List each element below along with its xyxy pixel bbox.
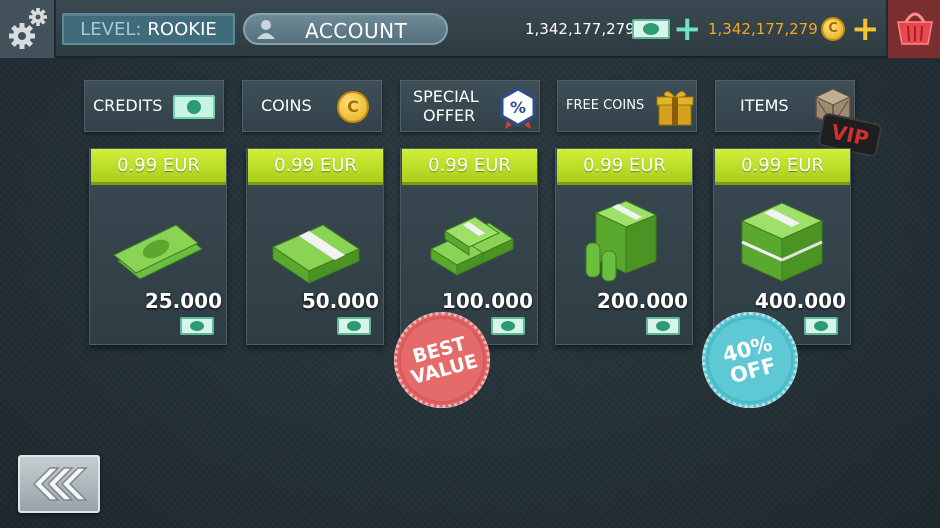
tab-offer-label: OFFER [423,106,476,125]
credit-amount: 400.000 [754,289,846,313]
tab-free-coins-label: FREE COINS [566,98,645,113]
price-button[interactable]: 0.99 EUR [248,149,383,185]
price-button[interactable]: 0.99 EUR [557,149,692,185]
cash-pile-icon [740,202,824,282]
credit-amount: 200.000 [596,289,688,313]
credit-amount: 50.000 [301,289,379,313]
bill-icon [173,95,215,119]
price-button[interactable]: 0.99 EUR [91,149,226,185]
tab-credits[interactable]: CREDITS [84,80,224,132]
price-label: 0.99 EUR [117,155,200,176]
back-button[interactable] [18,455,100,513]
discount-badge: 40% OFF [702,312,798,408]
price-button[interactable]: 0.99 EUR [402,149,537,185]
bill-icon [337,317,371,335]
discount-line2: OFF [727,353,779,389]
price-button[interactable]: 0.99 EUR [715,149,850,185]
price-label: 0.99 EUR [428,155,511,176]
basket-icon [897,12,933,45]
add-cash-button[interactable]: + [673,12,702,46]
cash-single-bill-icon [113,224,203,280]
coin-icon: C [337,91,369,123]
tab-coins-label: COINS [261,96,312,115]
price-label: 0.99 EUR [583,155,666,176]
account-label: ACCOUNT [305,19,408,43]
gift-icon [656,91,694,126]
tab-special-label: SPECIAL [413,87,479,106]
top-bar: LEVEL: ROOKIE ACCOUNT 1,342,177,279 + 1,… [0,0,940,58]
tab-free-coins[interactable]: FREE COINS [557,80,697,132]
svg-text:%: % [510,98,526,117]
tab-special-offer[interactable]: SPECIAL OFFER % [400,80,540,132]
bill-icon [646,317,680,335]
bill-icon [804,317,838,335]
discount-line1: 40% [719,331,775,368]
back-arrows-icon [32,467,88,501]
bill-icon [632,19,670,39]
add-coins-button[interactable]: + [851,12,880,46]
offer-card-50000[interactable]: 0.99 EUR 50.000 [246,148,384,345]
cash-tower-icon [585,200,658,282]
cash-stack-icon [271,224,361,284]
best-value-line1: BEST [410,332,469,368]
price-label: 0.99 EUR [741,155,824,176]
settings-button[interactable] [0,0,56,58]
best-value-badge: BEST VALUE [394,312,490,408]
user-icon [257,20,275,39]
cash-balance: 1,342,177,279 [525,20,635,38]
offer-card-100000[interactable]: 0.99 EUR 100.000 [400,148,538,345]
credit-amount: 100.000 [441,289,533,313]
percent-icon: % [500,87,536,129]
level-indicator: LEVEL: ROOKIE [62,13,235,45]
account-button[interactable]: ACCOUNT [243,13,448,45]
bill-icon [491,317,525,335]
cash-stacks-icon [429,216,515,276]
coin-icon: C [821,17,845,41]
offer-card-200000[interactable]: 0.99 EUR 200.000 [555,148,693,345]
offer-card-25000[interactable]: 0.99 EUR 25.000 [89,148,227,345]
credit-amount: 25.000 [144,289,222,313]
shop-basket-button[interactable] [886,0,940,58]
best-value-line2: VALUE [408,350,481,390]
tab-credits-label: CREDITS [93,96,163,115]
gear-icon [9,8,47,49]
coin-balance: 1,342,177,279 [708,20,818,38]
bill-icon [180,317,214,335]
tab-coins[interactable]: COINS C [242,80,382,132]
price-label: 0.99 EUR [274,155,357,176]
tab-items-label: ITEMS [740,96,789,115]
level-value: ROOKIE [147,18,217,40]
level-label: LEVEL: [80,18,142,40]
